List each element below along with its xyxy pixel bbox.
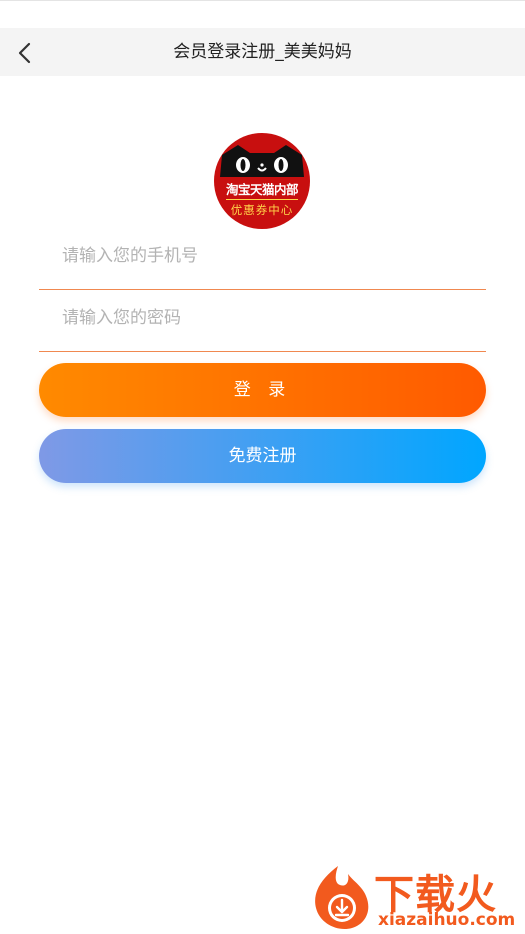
status-bar [0,0,525,28]
back-button[interactable] [8,32,48,72]
phone-input[interactable] [62,240,462,272]
logo-text-secondary: 优惠券中心 [230,203,294,217]
logo-divider [226,199,298,200]
navigation-bar: 会员登录注册_美美妈妈 [0,28,525,76]
chevron-left-icon [18,42,31,64]
watermark: 下载火 xiazaihuo.com [308,862,525,934]
page-title: 会员登录注册_美美妈妈 [173,42,352,62]
login-button[interactable]: 登 录 [39,363,486,417]
phone-field [39,232,486,290]
flame-download-icon [315,866,369,930]
logo-text-primary: 淘宝天猫内部 [225,182,299,197]
app-logo: 淘宝天猫内部 优惠券中心 [214,133,310,229]
login-page: 会员登录注册_美美妈妈 淘宝天猫内部 优惠券中心 登 录 免费注册 [0,0,525,934]
password-input[interactable] [62,302,462,334]
watermark-url: xiazaihuo.com [378,910,516,930]
password-field [39,294,486,352]
register-button[interactable]: 免费注册 [39,429,486,483]
